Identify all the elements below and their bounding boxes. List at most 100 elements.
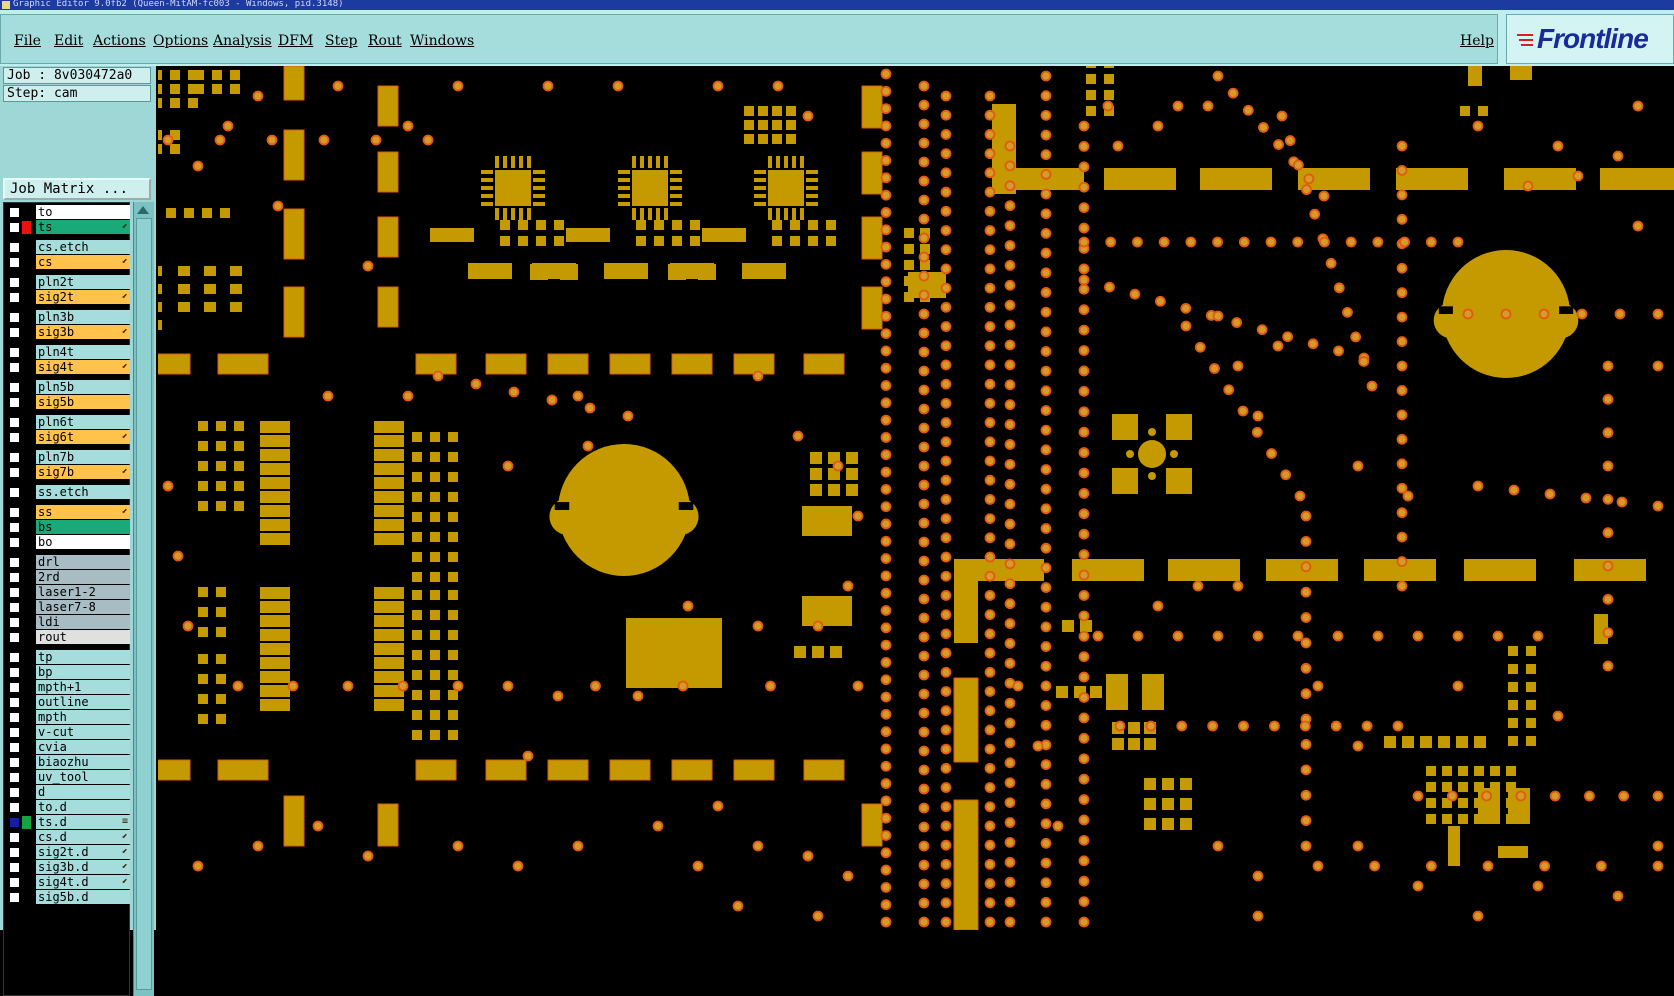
layer-checkbox[interactable] — [9, 772, 20, 783]
layer-name[interactable]: tp — [36, 650, 130, 664]
layer-row-pln5b[interactable]: pln5b — [6, 380, 130, 395]
layer-name[interactable]: sig7b ⬋ — [36, 465, 130, 479]
layer-row-sig3b-d[interactable]: sig3b.d ⬋ — [6, 860, 130, 875]
layer-checkbox[interactable] — [9, 697, 20, 708]
layer-checkbox[interactable] — [9, 802, 20, 813]
layer-list[interactable]: to ts ⬋ cs.etch cs ⬋ pln2t sig2t ⬋ pln3b sig3b ⬋ pln… — [3, 202, 130, 996]
layer-row-ts-d[interactable]: ts.d ≡ — [6, 815, 130, 830]
layer-name[interactable]: sig5b — [36, 395, 130, 409]
layer-row-bp[interactable]: bp — [6, 665, 130, 680]
layer-name[interactable]: cs.d ⬋ — [36, 830, 130, 844]
layer-name[interactable]: cs.etch — [36, 240, 130, 254]
layer-row-ss[interactable]: ss ⬋ — [6, 505, 130, 520]
layer-row-cs[interactable]: cs ⬋ — [6, 255, 130, 270]
graphic-canvas[interactable] — [158, 66, 1674, 930]
layer-checkbox[interactable] — [9, 207, 20, 218]
layer-row-pln7b[interactable]: pln7b — [6, 450, 130, 465]
layer-checkbox[interactable] — [9, 847, 20, 858]
layer-checkbox[interactable] — [9, 507, 20, 518]
layer-name[interactable]: biaozhu — [36, 755, 130, 769]
layer-checkbox[interactable] — [9, 602, 20, 613]
layer-row-d[interactable]: d — [6, 785, 130, 800]
layer-checkbox[interactable] — [9, 397, 20, 408]
layer-name[interactable]: outline — [36, 695, 130, 709]
layer-name[interactable]: sig5b.d — [36, 890, 130, 904]
layer-row-v-cut[interactable]: v-cut — [6, 725, 130, 740]
layer-row-sig5b-d[interactable]: sig5b.d — [6, 890, 130, 905]
layer-checkbox[interactable] — [9, 617, 20, 628]
menu-step[interactable]: Step — [325, 33, 357, 49]
layer-row-laser7-8[interactable]: laser7-8 — [6, 600, 130, 615]
layer-row-sig2t[interactable]: sig2t ⬋ — [6, 290, 130, 305]
layer-checkbox[interactable] — [9, 652, 20, 663]
layer-name[interactable]: bo — [36, 535, 130, 549]
layer-name[interactable]: pln4t — [36, 345, 130, 359]
layer-checkbox[interactable] — [9, 877, 20, 888]
layer-row-laser1-2[interactable]: laser1-2 — [6, 585, 130, 600]
layer-name[interactable]: mpth+1 — [36, 680, 130, 694]
layer-checkbox[interactable] — [9, 292, 20, 303]
layer-name[interactable]: sig2t.d ⬋ — [36, 845, 130, 859]
layer-name[interactable]: ss.etch — [36, 485, 130, 499]
layer-checkbox[interactable] — [9, 667, 20, 678]
layer-checkbox[interactable] — [9, 787, 20, 798]
layer-row-2rd[interactable]: 2rd — [6, 570, 130, 585]
layer-row-rout[interactable]: rout — [6, 630, 130, 645]
scroll-thumb[interactable] — [136, 218, 152, 990]
menu-edit[interactable]: Edit — [54, 33, 83, 49]
layer-name[interactable]: 2rd — [36, 570, 130, 584]
layer-row-pln3b[interactable]: pln3b — [6, 310, 130, 325]
layer-checkbox[interactable] — [9, 452, 20, 463]
layer-checkbox[interactable] — [9, 382, 20, 393]
layer-row-sig7b[interactable]: sig7b ⬋ — [6, 465, 130, 480]
layer-checkbox[interactable] — [9, 277, 20, 288]
menu-windows[interactable]: Windows — [410, 33, 474, 49]
layer-name[interactable]: sig3b ⬋ — [36, 325, 130, 339]
layer-name[interactable]: sig6t ⬋ — [36, 430, 130, 444]
menu-actions[interactable]: Actions — [93, 33, 146, 49]
layer-checkbox[interactable] — [9, 417, 20, 428]
layer-name[interactable]: sig3b.d ⬋ — [36, 860, 130, 874]
layer-checkbox[interactable] — [9, 537, 20, 548]
layer-row-ts[interactable]: ts ⬋ — [6, 220, 130, 235]
layer-checkbox[interactable] — [9, 712, 20, 723]
layer-checkbox[interactable] — [9, 487, 20, 498]
layer-row-pln2t[interactable]: pln2t — [6, 275, 130, 290]
layer-name[interactable]: d — [36, 785, 130, 799]
layer-checkbox[interactable] — [9, 587, 20, 598]
layer-row-pln4t[interactable]: pln4t — [6, 345, 130, 360]
layer-name[interactable]: pln3b — [36, 310, 130, 324]
layer-row-drl[interactable]: drl — [6, 555, 130, 570]
layer-name[interactable]: sig4t.d ⬋ — [36, 875, 130, 889]
layer-row-to-d[interactable]: to.d — [6, 800, 130, 815]
layer-active-flag[interactable] — [22, 816, 31, 829]
layer-row-to[interactable]: to — [6, 205, 130, 220]
layer-row-tp[interactable]: tp — [6, 650, 130, 665]
layer-name[interactable]: bs — [36, 520, 130, 534]
layer-row-mpth-1[interactable]: mpth+1 — [6, 680, 130, 695]
layer-name[interactable]: pln7b — [36, 450, 130, 464]
layer-name[interactable]: bp — [36, 665, 130, 679]
layer-name[interactable]: drl — [36, 555, 130, 569]
layer-checkbox[interactable] — [9, 327, 20, 338]
layer-row-uv-tool[interactable]: uv_tool — [6, 770, 130, 785]
layer-checkbox[interactable] — [9, 347, 20, 358]
layer-checkbox[interactable] — [9, 362, 20, 373]
layer-checkbox[interactable] — [9, 257, 20, 268]
layer-checkbox[interactable] — [9, 242, 20, 253]
layer-name[interactable]: pln5b — [36, 380, 130, 394]
layer-row-bo[interactable]: bo — [6, 535, 130, 550]
layer-checkbox[interactable] — [9, 432, 20, 443]
layer-name[interactable]: laser1-2 — [36, 585, 130, 599]
layer-checkbox[interactable] — [9, 222, 20, 233]
layer-checkbox[interactable] — [9, 467, 20, 478]
layer-name[interactable]: mpth — [36, 710, 130, 724]
layer-name[interactable]: ts ⬋ — [36, 220, 130, 234]
menu-rout[interactable]: Rout — [368, 33, 402, 49]
layer-row-cs-etch[interactable]: cs.etch — [6, 240, 130, 255]
layer-row-sig3b[interactable]: sig3b ⬋ — [6, 325, 130, 340]
layer-row-biaozhu[interactable]: biaozhu — [6, 755, 130, 770]
layer-name[interactable]: ldi — [36, 615, 130, 629]
menu-help[interactable]: Help — [1460, 33, 1494, 49]
layer-name[interactable]: v-cut — [36, 725, 130, 739]
